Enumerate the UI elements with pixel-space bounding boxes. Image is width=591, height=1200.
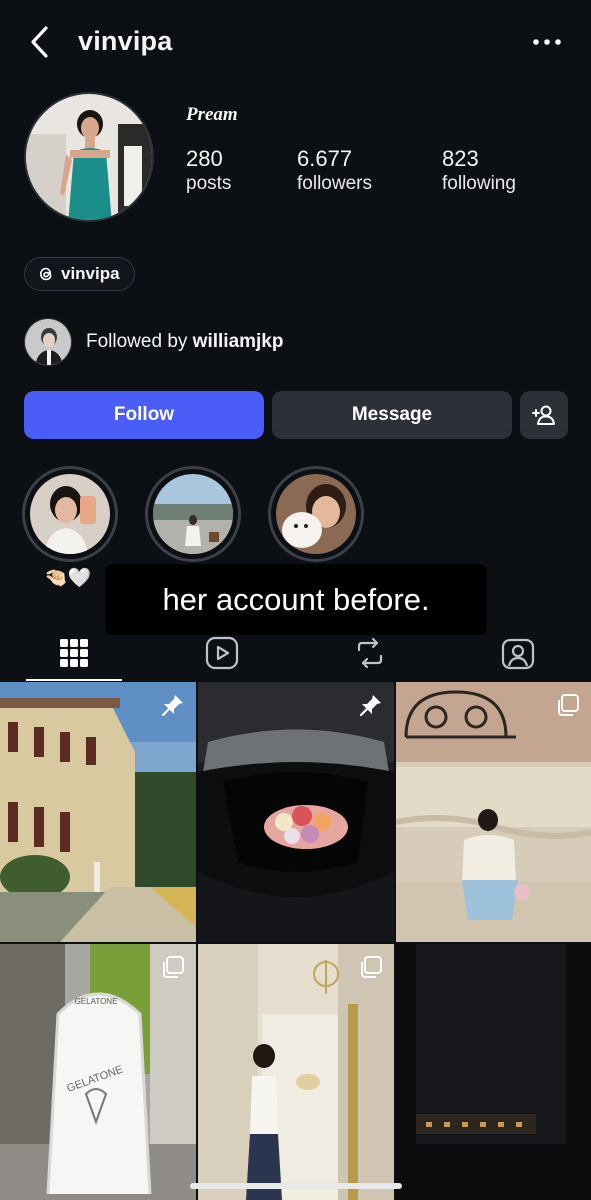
threads-icon: [39, 267, 52, 281]
home-indicator: [190, 1183, 402, 1189]
post-thumbnail[interactable]: [396, 944, 591, 1200]
posts-label: posts: [186, 173, 232, 194]
carousel-icon: [361, 956, 382, 978]
following-stat[interactable]: 823 following: [442, 146, 516, 196]
more-horizontal-icon: [533, 39, 561, 45]
message-button[interactable]: Message: [272, 391, 512, 439]
post-thumbnail[interactable]: GELATONE GELATONE: [0, 944, 196, 1200]
highlight-1-label: 🤏🏻🤍: [44, 568, 92, 589]
followed-by-text: Followed by williamjkp: [86, 331, 283, 353]
profile-avatar[interactable]: [24, 92, 154, 222]
highlight-2[interactable]: [145, 466, 241, 562]
tagged-icon: [501, 638, 535, 670]
svg-text:GELATONE: GELATONE: [75, 997, 118, 1006]
display-name: Pream: [186, 104, 238, 125]
reels-icon: [205, 636, 239, 670]
profile-username-title: vinvipa: [78, 26, 173, 56]
followed-by-username: williamjkp: [192, 331, 284, 352]
post-thumbnail[interactable]: [0, 682, 196, 942]
back-button[interactable]: [26, 24, 56, 60]
followers-count: 6.677: [297, 146, 353, 171]
highlight-1[interactable]: [22, 466, 118, 562]
active-tab-indicator: [26, 679, 122, 681]
pinned-icon: [161, 695, 183, 717]
chevron-left-icon: [31, 26, 48, 58]
followers-label: followers: [297, 173, 372, 194]
follow-button[interactable]: Follow: [24, 391, 264, 439]
grid-icon: [60, 639, 88, 667]
followers-stat[interactable]: 6.677 followers: [297, 146, 372, 196]
add-user-button[interactable]: [520, 391, 568, 439]
posts-stat[interactable]: 280 posts: [186, 146, 231, 196]
top-bar: vinvipa: [0, 0, 591, 88]
add-user-icon: [532, 405, 555, 425]
followed-by-avatar: [24, 318, 72, 366]
pinned-icon: [359, 695, 381, 717]
followed-by-prefix: Followed by: [86, 331, 188, 352]
post-thumbnail[interactable]: [198, 944, 394, 1200]
following-label: following: [442, 173, 516, 194]
more-options-button[interactable]: [531, 28, 563, 56]
carousel-icon: [558, 694, 579, 716]
followed-by-row[interactable]: Followed by williamjkp: [24, 318, 283, 366]
following-count: 823: [442, 146, 479, 171]
threads-link[interactable]: vinvipa: [24, 257, 135, 291]
highlight-3[interactable]: [268, 466, 364, 562]
threads-handle: vinvipa: [61, 264, 120, 283]
caption-overlay: her account before.: [105, 564, 487, 635]
carousel-icon: [163, 956, 184, 978]
reposts-icon: [357, 637, 383, 669]
posts-count: 280: [186, 146, 223, 171]
post-thumbnail[interactable]: [396, 682, 591, 942]
post-thumbnail[interactable]: [198, 682, 394, 942]
posts-grid: GELATONE GELATONE: [0, 682, 591, 1200]
